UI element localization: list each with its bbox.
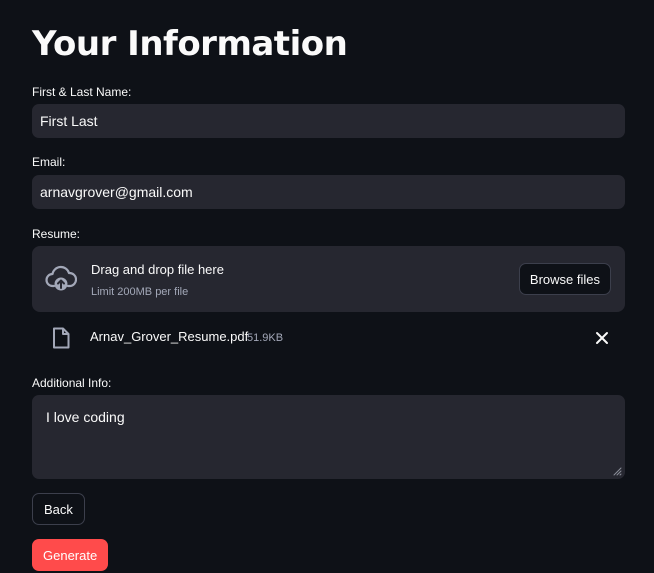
app-page: Your Information First & Last Name: Firs… <box>0 0 654 573</box>
resume-label: Resume: <box>32 227 81 241</box>
name-label: First & Last Name: <box>32 85 132 99</box>
additional-info-textarea[interactable]: I love coding <box>32 395 625 479</box>
email-input-value: arnavgrover@gmail.com <box>40 184 193 200</box>
name-input-value: First Last <box>40 113 98 129</box>
close-icon[interactable] <box>595 331 609 345</box>
resize-grip-icon[interactable] <box>612 466 622 476</box>
file-icon <box>53 327 70 349</box>
page-title: Your Information <box>32 24 348 64</box>
cloud-upload-icon <box>45 265 77 291</box>
back-button[interactable]: Back <box>32 493 85 525</box>
additional-info-value: I love coding <box>46 409 125 425</box>
email-input[interactable]: arnavgrover@gmail.com <box>32 175 625 209</box>
browse-files-button[interactable]: Browse files <box>518 263 611 295</box>
additional-info-label: Additional Info: <box>32 376 112 390</box>
file-name: Arnav_Grover_Resume.pdf <box>90 329 249 344</box>
file-dropzone[interactable]: Drag and drop file here Limit 200MB per … <box>32 246 625 312</box>
uploaded-file-row: Arnav_Grover_Resume.pdf 51.9KB <box>32 322 625 354</box>
generate-button[interactable]: Generate <box>32 539 109 571</box>
name-input[interactable]: First Last <box>32 104 625 138</box>
file-size: 51.9KB <box>247 332 284 344</box>
dropzone-limit: Limit 200MB per file <box>91 286 189 298</box>
dropzone-title: Drag and drop file here <box>91 262 224 277</box>
email-label: Email: <box>32 155 66 169</box>
